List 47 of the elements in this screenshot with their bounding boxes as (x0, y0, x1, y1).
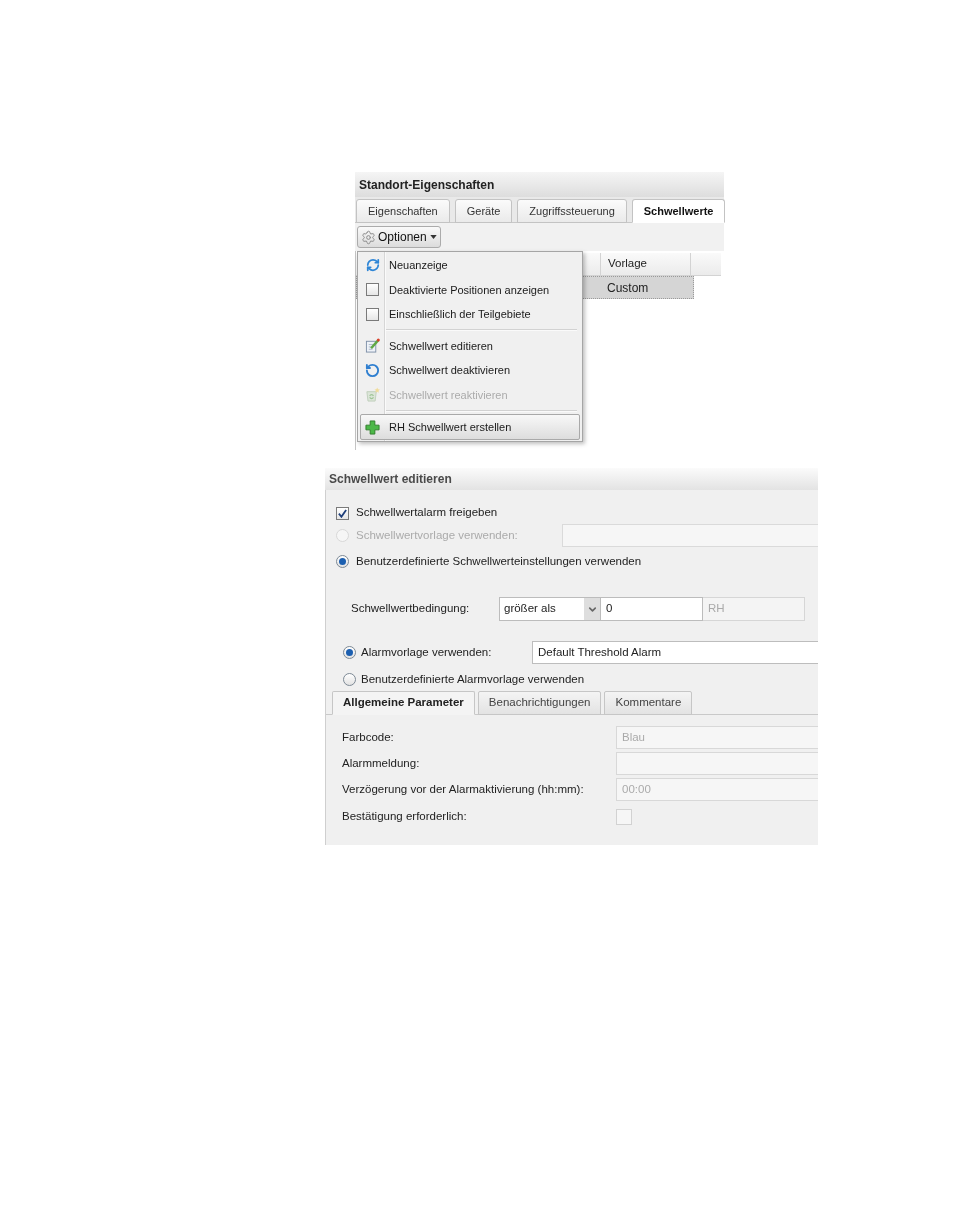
radio-label: Schwellwertvorlage verwenden: (355, 527, 519, 543)
menu-item[interactable]: Einschließlich der Teilgebiete (360, 302, 580, 327)
checkbox[interactable] (336, 506, 349, 520)
menu-item[interactable]: Schwellwert editieren (360, 333, 580, 358)
radio-button[interactable] (343, 646, 356, 659)
gear-icon (361, 229, 376, 245)
panel-title: Standort-Eigenschaften (355, 172, 724, 197)
field-label: Verzögerung vor der Alarmaktivierung (hh:mm): (342, 781, 585, 797)
tab[interactable]: Geräte (454, 199, 513, 223)
column-header[interactable]: Vorlage (600, 253, 691, 275)
tab[interactable]: Schwellwerte (631, 199, 726, 223)
tab[interactable]: Allgemeine Parameter (332, 691, 475, 715)
checkbox[interactable] (366, 307, 379, 321)
recycle-bin-icon (365, 387, 380, 403)
check-icon (338, 508, 347, 518)
radio-label: Benutzerdefinierte Schwellwerteinstellungen verwenden (355, 553, 642, 569)
tab[interactable]: Eigenschaften (356, 199, 450, 223)
circular-arrow-icon (365, 362, 380, 378)
table-cell-text: Custom (606, 279, 649, 297)
input-field[interactable] (562, 524, 818, 547)
radio-label: Benutzerdefinierte Alarmvorlage verwenden (360, 671, 585, 687)
field-label: Farbcode: (342, 729, 395, 745)
radio-button[interactable] (343, 673, 356, 686)
menu-item[interactable]: RH Schwellwert erstellen (360, 414, 580, 440)
tab[interactable]: Zugriffssteuerung (517, 199, 627, 223)
refresh-icon (365, 258, 380, 273)
notepad-pencil-icon (365, 338, 380, 354)
field-label: Schwellwertbedingung: (351, 601, 471, 617)
input-field[interactable]: Default Threshold Alarm (532, 641, 818, 664)
menu-item[interactable]: Neuanzeige (360, 253, 580, 278)
input-field[interactable]: 0 (601, 597, 703, 621)
radio-label: Alarmvorlage verwenden: (360, 644, 493, 660)
select-field[interactable]: größer als (499, 597, 601, 621)
caret-icon (429, 235, 437, 239)
field-label: Alarmmeldung: (342, 755, 421, 771)
unit-field: RH (703, 597, 805, 621)
checkbox-label: Schwellwertalarm freigeben (356, 505, 498, 521)
tab[interactable]: Benachrichtigungen (477, 691, 602, 715)
field-label: Bestätigung erforderlich: (342, 809, 468, 825)
panel-title: Schwellwert editieren (325, 468, 818, 490)
tab[interactable]: Kommentare (604, 691, 693, 715)
options-button[interactable]: Optionen (357, 226, 441, 248)
checkbox[interactable] (366, 283, 379, 297)
menu-item[interactable]: Deaktivierte Positionen anzeigen (360, 277, 580, 302)
plus-icon (365, 419, 380, 435)
menu-item[interactable]: Schwellwert deaktivieren (360, 358, 580, 383)
radio-button[interactable] (336, 555, 349, 568)
